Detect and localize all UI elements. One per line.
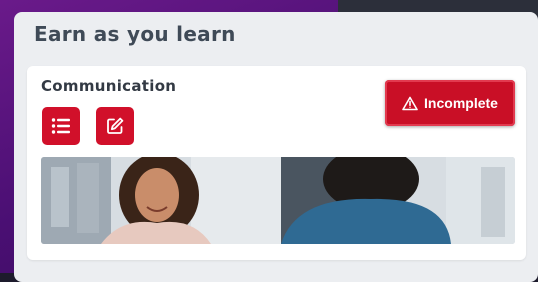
module-list-button[interactable] [42,107,80,145]
module-card: Communication Incomplete [27,66,526,260]
module-title: Communication [41,77,177,95]
warning-triangle-icon [402,96,418,110]
incomplete-status-button[interactable]: Incomplete [385,80,515,126]
card-title: Earn as you learn [34,22,236,46]
edit-icon [107,117,124,134]
list-icon [51,118,70,134]
module-photo [41,157,515,244]
status-label: Incomplete [424,95,498,111]
earn-as-you-learn-card: Earn as you learn Communication Incomple… [14,12,538,282]
module-edit-button[interactable] [96,107,134,145]
